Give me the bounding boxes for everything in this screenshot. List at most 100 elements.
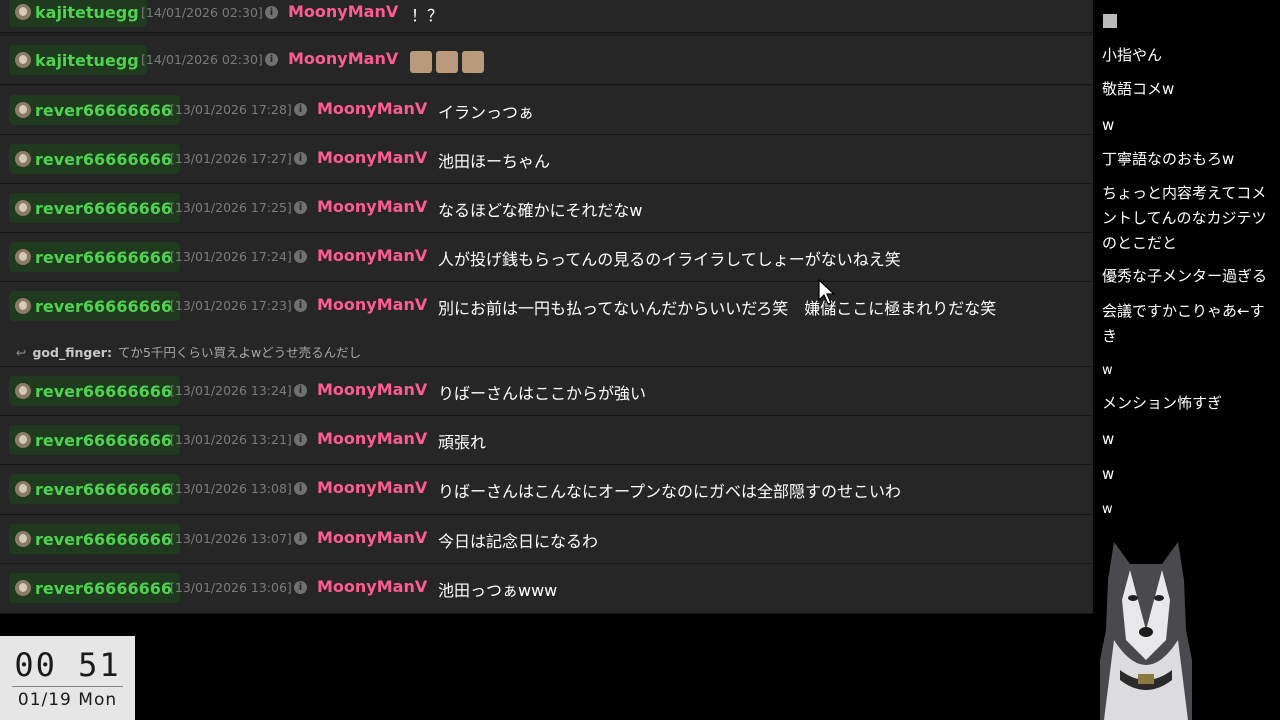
- username-badge[interactable]: rever66666666: [9, 573, 180, 603]
- username-badge[interactable]: rever66666666: [9, 291, 180, 321]
- timestamp: [14/01/2026 02:30]: [141, 5, 263, 20]
- user-avatar-icon: [15, 432, 31, 448]
- emote-group: [410, 51, 484, 73]
- chat-log-row: rever66666666 [13/01/2026 13:08] i Moony…: [0, 465, 1093, 515]
- chat-log-row: kajitetuegg [14/01/2026 02:30] i MoonyMa…: [0, 36, 1093, 85]
- timestamp: [13/01/2026 13:07]: [170, 531, 292, 546]
- message-text: 人が投げ銭もらってんの見るのイライラしてしょーがないねえ笑: [438, 250, 901, 269]
- emote-icon: [462, 51, 484, 73]
- clock-widget: 00 51 01/19 Mon: [0, 636, 135, 720]
- username: rever66666666: [35, 100, 172, 120]
- chat-message: w: [1102, 363, 1113, 378]
- chat-message: w: [1102, 465, 1115, 483]
- info-icon[interactable]: i: [294, 152, 307, 165]
- target-user[interactable]: MoonyManV: [317, 577, 427, 596]
- target-user[interactable]: MoonyManV: [317, 528, 427, 547]
- message-text: 別にお前は一円も払ってないんだからいいだろ笑 嫌儲ここに極まれりだな笑: [438, 299, 997, 318]
- clock-time: 00 51: [0, 646, 135, 684]
- info-icon[interactable]: i: [294, 384, 307, 397]
- message-text: りばーさんはこんなにオープンなのにガベは全部隠すのせこいわ: [438, 482, 902, 501]
- target-user[interactable]: MoonyManV: [317, 99, 427, 118]
- username: rever66666666: [35, 296, 172, 316]
- user-avatar-icon: [15, 531, 31, 547]
- chat-message: 小指やん: [1102, 46, 1163, 64]
- username: rever66666666: [35, 430, 172, 450]
- username: rever66666666: [35, 149, 172, 169]
- user-avatar-icon: [15, 249, 31, 265]
- user-avatar-icon: [15, 580, 31, 596]
- reply-text: てか5千円くらい買えよwどうせ売るんだし: [117, 345, 362, 360]
- chat-log-row: rever66666666 [13/01/2026 13:06] i Moony…: [0, 564, 1093, 614]
- user-avatar-icon: [15, 481, 31, 497]
- target-user[interactable]: MoonyManV: [317, 380, 427, 399]
- info-icon[interactable]: i: [294, 581, 307, 594]
- timestamp: [13/01/2026 17:28]: [170, 102, 292, 117]
- chat-message: w: [1102, 430, 1115, 448]
- message-text: 池田ほーちゃん: [438, 152, 551, 171]
- reply-arrow-icon: ↩: [16, 345, 27, 360]
- username-badge[interactable]: rever66666666: [9, 193, 180, 223]
- info-icon[interactable]: i: [265, 53, 278, 66]
- chat-log-row: rever66666666 [13/01/2026 17:23] i Moony…: [0, 282, 1093, 367]
- chat-log-row: rever66666666 [13/01/2026 17:28] i Moony…: [0, 86, 1093, 135]
- timestamp: [13/01/2026 13:21]: [170, 432, 292, 447]
- info-icon[interactable]: i: [294, 201, 307, 214]
- username-badge[interactable]: rever66666666: [9, 524, 180, 554]
- target-user[interactable]: MoonyManV: [317, 429, 427, 448]
- username-badge[interactable]: rever66666666: [9, 242, 180, 272]
- username-badge[interactable]: rever66666666: [9, 144, 180, 174]
- info-icon[interactable]: i: [294, 433, 307, 446]
- username: kajitetuegg: [35, 2, 139, 22]
- info-icon[interactable]: i: [294, 532, 307, 545]
- message-text: りばーさんはここからが強い: [438, 384, 647, 403]
- chat-message: 敬語コメw: [1102, 80, 1175, 98]
- chat-message: 優秀な子メンター過ぎる: [1102, 267, 1268, 285]
- clock-divider: [12, 686, 123, 687]
- reply-username: god_finger:: [32, 345, 112, 360]
- mouse-cursor-icon: [818, 279, 836, 305]
- target-user[interactable]: MoonyManV: [317, 478, 427, 497]
- chat-log-row: rever66666666 [13/01/2026 17:27] i Moony…: [0, 135, 1093, 184]
- username-badge[interactable]: kajitetuegg: [9, 0, 147, 27]
- chat-log-row: rever66666666 [13/01/2026 17:25] i Moony…: [0, 184, 1093, 233]
- timestamp: [13/01/2026 13:08]: [170, 481, 292, 496]
- username-badge[interactable]: rever66666666: [9, 474, 180, 504]
- timestamp: [13/01/2026 17:23]: [170, 298, 292, 313]
- username-badge[interactable]: rever66666666: [9, 376, 180, 406]
- user-avatar-icon: [15, 151, 31, 167]
- target-user[interactable]: MoonyManV: [288, 49, 398, 68]
- chat-message: 丁寧語なのおもろw: [1102, 150, 1235, 168]
- user-avatar-icon: [15, 102, 31, 118]
- username: rever66666666: [35, 578, 172, 598]
- timestamp: [13/01/2026 13:24]: [170, 383, 292, 398]
- target-user[interactable]: MoonyManV: [288, 2, 398, 21]
- username: rever66666666: [35, 198, 172, 218]
- timestamp: [13/01/2026 17:25]: [170, 200, 292, 215]
- user-avatar-icon: [15, 383, 31, 399]
- target-user[interactable]: MoonyManV: [317, 148, 427, 167]
- chat-message: ちょっと内容考えてコメントしてんのなカジテツのとこだと: [1102, 184, 1267, 252]
- username: kajitetuegg: [35, 50, 139, 70]
- username: rever66666666: [35, 247, 172, 267]
- info-icon[interactable]: i: [294, 103, 307, 116]
- timestamp: [13/01/2026 17:24]: [170, 249, 292, 264]
- username-badge[interactable]: kajitetuegg: [9, 45, 147, 75]
- chat-log-row: kajitetuegg [14/01/2026 02:30] i MoonyMa…: [0, 0, 1093, 33]
- username-badge[interactable]: rever66666666: [9, 95, 180, 125]
- timestamp: [13/01/2026 17:27]: [170, 151, 292, 166]
- emote-icon: [410, 51, 432, 73]
- timestamp: [14/01/2026 02:30]: [141, 52, 263, 67]
- info-icon[interactable]: i: [294, 250, 307, 263]
- target-user[interactable]: MoonyManV: [317, 197, 427, 216]
- info-icon[interactable]: i: [294, 482, 307, 495]
- target-user[interactable]: MoonyManV: [317, 295, 427, 314]
- user-avatar-icon: [15, 200, 31, 216]
- username-badge[interactable]: rever66666666: [9, 425, 180, 455]
- target-user[interactable]: MoonyManV: [317, 246, 427, 265]
- clock-hours: 00: [14, 646, 57, 684]
- reply-context: ↩ god_finger: てか5千円くらい買えよwどうせ売るんだし: [16, 342, 361, 361]
- info-icon[interactable]: i: [294, 299, 307, 312]
- info-icon[interactable]: i: [265, 6, 278, 19]
- username: rever66666666: [35, 479, 172, 499]
- message-text: イランっつぁ: [438, 103, 535, 122]
